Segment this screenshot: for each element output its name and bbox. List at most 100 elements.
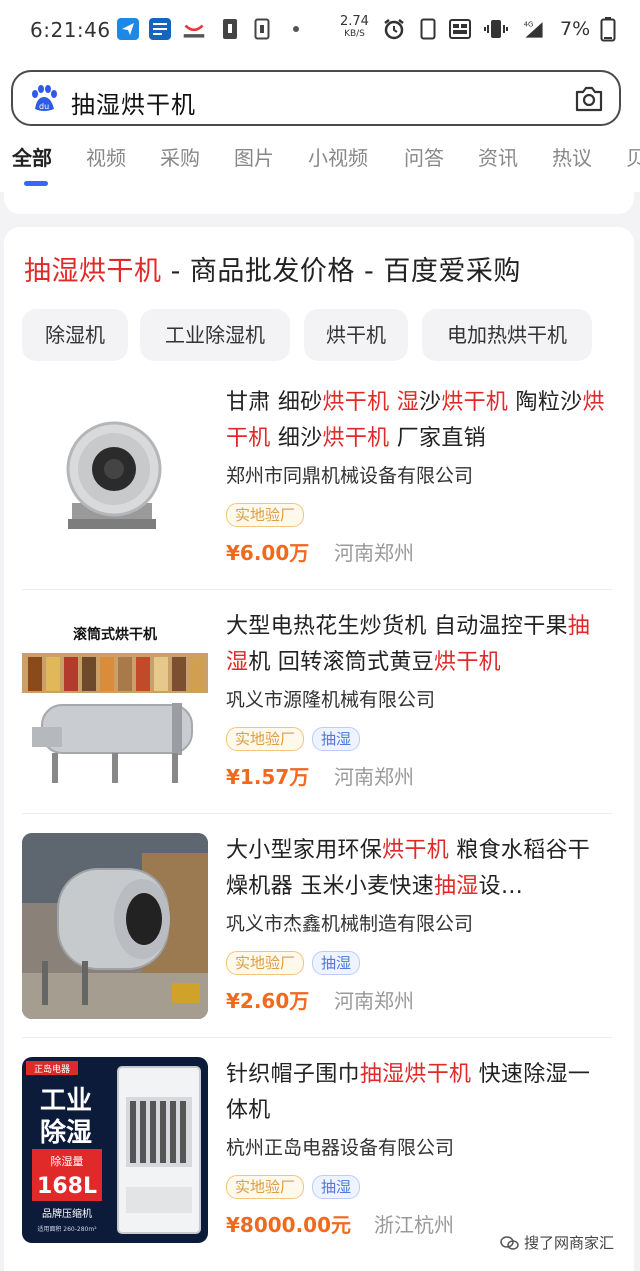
search-query[interactable]: 抽湿烘干机	[71, 85, 196, 120]
signal-icon: 4G	[522, 16, 546, 42]
search-header: du 抽湿烘干机 全部 视频 采购 图片 小视频 问答 资讯 热议 贝	[0, 62, 640, 192]
network-type: 4G	[524, 20, 534, 28]
result-title-text: - 商品批发价格 - 百度爱采购	[161, 256, 521, 287]
wechat-watermark: 搜了网商家汇	[500, 1232, 614, 1253]
product-price: ¥6.00万	[226, 541, 310, 565]
tag-keyword: 抽湿	[312, 1175, 361, 1199]
chip-electric-dryer[interactable]: 电加热烘干机	[422, 309, 592, 361]
product-title[interactable]: 大型电热花生炒货机 自动温控干果抽湿机 回转滚筒式黄豆烘干机	[226, 609, 612, 681]
phone-icon	[416, 16, 440, 42]
chip-dehumidifier[interactable]: 除湿机	[22, 309, 128, 361]
result-title-keyword: 抽湿烘干机	[24, 256, 162, 287]
title-text: 机 回转滚筒式黄豆	[248, 650, 435, 675]
image-caption: 滚筒式烘干机	[73, 626, 157, 643]
product-location: 浙江杭州	[374, 1213, 454, 1237]
send-icon	[116, 16, 140, 42]
title-keyword-highlight: 抽湿	[434, 874, 479, 899]
tab-images[interactable]: 图片	[234, 142, 274, 171]
image-capacity-label: 除湿量	[51, 1154, 84, 1168]
battery-icon	[596, 16, 620, 42]
baidu-logo-text: du	[39, 102, 49, 111]
tag-keyword: 抽湿	[312, 951, 361, 975]
tab-short-video[interactable]: 小视频	[308, 142, 368, 171]
product-image-drum-workshop[interactable]	[22, 833, 208, 1019]
baidu-paw-icon[interactable]: du	[27, 83, 59, 115]
tab-all[interactable]: 全部	[12, 142, 52, 171]
product-company[interactable]: 巩义市杰鑫机械制造有限公司	[226, 909, 473, 936]
product-price: ¥8000.00元	[226, 1213, 352, 1237]
title-keyword-highlight: 烘干机	[322, 390, 390, 415]
sim-icon	[250, 16, 274, 42]
product-company[interactable]: 杭州正岛电器设备有限公司	[226, 1133, 454, 1160]
watermark-text: 搜了网商家汇	[524, 1234, 615, 1252]
battery-percent: 7%	[560, 18, 591, 40]
image-brand-text: 正岛电器	[34, 1063, 70, 1075]
title-text: 沙	[419, 390, 442, 415]
search-tabs: 全部 视频 采购 图片 小视频 问答 资讯 热议 贝	[0, 142, 640, 190]
title-text: 陶粒沙	[508, 390, 583, 415]
tag-keyword: 抽湿	[312, 727, 361, 751]
title-keyword-highlight: 湿	[396, 390, 420, 415]
product-item[interactable]: 甘肃 细砂烘干机 湿沙烘干机 陶粒沙烘干机 细沙烘干机 厂家直销 郑州市同鼎机械…	[22, 385, 612, 575]
product-tags: 实地验厂 抽湿	[226, 1175, 368, 1199]
title-keyword-highlight: 烘干机	[441, 390, 509, 415]
product-title[interactable]: 甘肃 细砂烘干机 湿沙烘干机 陶粒沙烘干机 细沙烘干机 厂家直销	[226, 385, 612, 457]
divider	[22, 1037, 612, 1038]
title-text: 细沙	[270, 426, 323, 451]
alarm-icon	[382, 16, 406, 42]
image-compressor-text: 品牌压缩机	[42, 1207, 92, 1220]
product-item[interactable]: 滚筒式烘干机 大型电热花生炒货机 自动温控干果抽湿机 回转滚筒式黄豆烘干机 巩义…	[22, 609, 612, 799]
title-text: 大型电热花生炒货机 自动温控干果	[226, 614, 568, 639]
product-company[interactable]: 郑州市同鼎机械设备有限公司	[226, 461, 473, 488]
status-bar: 6:21:46 2.74 KB/S 4G 7%	[0, 0, 640, 62]
title-keyword-highlight: 烘干机	[382, 838, 450, 863]
net-speed: 2.74 KB/S	[340, 14, 369, 40]
net-speed-unit: KB/S	[344, 29, 365, 39]
product-tags: 实地验厂 抽湿	[226, 727, 368, 751]
wechat-icon	[500, 1235, 519, 1250]
title-keyword-highlight: 烘干机	[322, 426, 390, 451]
tab-hot-discussion[interactable]: 热议	[552, 142, 592, 171]
product-price: ¥2.60万	[226, 989, 310, 1013]
product-image-dehumidifier[interactable]: 正岛电器 工业 除湿 除湿量 168L 品牌压缩机 适用面积 260-280m²	[22, 1057, 208, 1243]
tag-verified-factory: 实地验厂	[226, 951, 305, 975]
tag-verified-factory: 实地验厂	[226, 727, 305, 751]
product-item[interactable]: 正岛电器 工业 除湿 除湿量 168L 品牌压缩机 适用面积 260-280m²…	[22, 1057, 612, 1247]
product-title[interactable]: 针织帽子围巾抽湿烘干机 快速除湿一体机	[226, 1057, 612, 1129]
volte-icon	[448, 16, 472, 42]
product-image-drum-dryer[interactable]: 滚筒式烘干机	[22, 609, 208, 795]
product-price: ¥1.57万	[226, 765, 310, 789]
sim-icon	[218, 16, 242, 42]
tab-video[interactable]: 视频	[86, 142, 126, 171]
product-image-fan-dryer[interactable]	[22, 385, 208, 571]
chip-dryer[interactable]: 烘干机	[304, 309, 408, 361]
vibrate-icon	[484, 16, 508, 42]
product-item[interactable]: 大小型家用环保烘干机 粮食水稻谷干燥机器 玉米小麦快速抽湿设… 巩义市杰鑫机械制…	[22, 833, 612, 1023]
tab-qa[interactable]: 问答	[404, 142, 444, 171]
aicaigou-result-card: 抽湿烘干机 - 商品批发价格 - 百度爱采购 除湿机 工业除湿机 烘干机 电加热…	[4, 227, 634, 1271]
tab-procurement[interactable]: 采购	[160, 142, 200, 171]
title-text: 针织帽子围巾	[226, 1062, 360, 1087]
title-text: 大小型家用环保	[226, 838, 383, 863]
divider	[22, 813, 612, 814]
product-tags: 实地验厂 抽湿	[226, 951, 368, 975]
tab-more[interactable]: 贝	[626, 142, 640, 171]
tab-news[interactable]: 资讯	[478, 142, 518, 171]
chip-industrial-dehumidifier[interactable]: 工业除湿机	[140, 309, 290, 361]
search-input[interactable]: du 抽湿烘干机	[11, 70, 621, 126]
product-title[interactable]: 大小型家用环保烘干机 粮食水稻谷干燥机器 玉米小麦快速抽湿设…	[226, 833, 612, 905]
title-keyword-highlight: 抽湿烘干机	[359, 1062, 472, 1087]
image-area-text: 适用面积 260-280m²	[37, 1225, 97, 1233]
title-text: 设…	[478, 874, 524, 899]
title-text	[389, 390, 396, 415]
image-capacity-value: 168L	[37, 1174, 97, 1199]
news-icon	[148, 16, 172, 42]
title-text: 厂家直销	[389, 426, 486, 451]
net-speed-value: 2.74	[340, 14, 369, 29]
title-text: 甘肃 细砂	[226, 390, 323, 415]
previous-result-card	[4, 188, 634, 214]
camera-icon[interactable]	[573, 84, 605, 114]
result-title[interactable]: 抽湿烘干机 - 商品批发价格 - 百度爱采购	[24, 249, 521, 288]
image-headline-1: 工业	[40, 1086, 92, 1116]
product-company[interactable]: 巩义市源隆机械有限公司	[226, 685, 435, 712]
